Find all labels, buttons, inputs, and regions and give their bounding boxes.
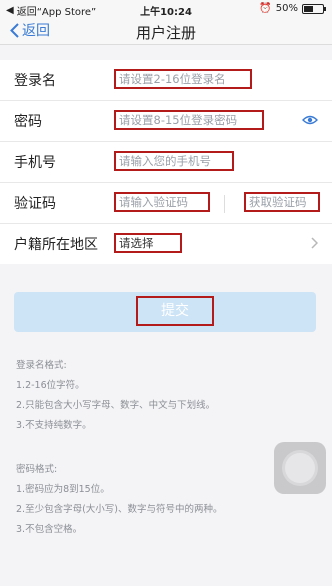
assistive-touch-dot	[285, 453, 315, 483]
battery-fill	[304, 5, 313, 12]
password-rule: 2.至少包含字母(大小写)、数字与符号中的两种。	[16, 504, 223, 515]
password-rule: 1.密码应为8到15位。	[16, 484, 110, 495]
battery-percent: 50%	[275, 3, 298, 14]
username-rule: 1.2-16位字符。	[16, 380, 85, 391]
page-title: 用户注册	[135, 24, 196, 42]
row-phone: 手机号 请输入您的手机号	[0, 142, 332, 183]
row-username: 登录名 请设置2-16位登录名	[0, 60, 332, 101]
nav-bar: 返回 用户注册	[0, 18, 332, 45]
get-code-button[interactable]: 获取验证码	[244, 192, 320, 212]
phone-label: 手机号	[14, 155, 56, 171]
registration-form: 登录名 请设置2-16位登录名 密码 请设置8-15位登录密码 手机号 请输入您…	[0, 60, 332, 264]
row-region[interactable]: 户籍所在地区 请选择	[0, 224, 332, 264]
assistive-touch-icon[interactable]	[274, 442, 326, 494]
password-label: 密码	[14, 114, 42, 130]
alarm-icon: ⏰	[259, 3, 272, 14]
password-input[interactable]: 请设置8-15位登录密码	[114, 110, 264, 130]
username-rules-title: 登录名格式:	[16, 360, 67, 371]
password-rule: 3.不包含空格。	[16, 524, 83, 535]
username-label: 登录名	[14, 73, 56, 89]
password-rules: 密码格式: 1.密码应为8到15位。 2.至少包含字母(大小写)、数字与符号中的…	[16, 460, 222, 540]
row-password: 密码 请设置8-15位登录密码	[0, 101, 332, 142]
code-label: 验证码	[14, 196, 56, 212]
code-input[interactable]: 请输入验证码	[114, 192, 210, 212]
username-rule: 3.不支持纯数字。	[16, 420, 92, 431]
password-rules-title: 密码格式:	[16, 464, 58, 475]
code-divider	[224, 195, 225, 213]
battery-icon	[302, 3, 326, 14]
status-bar: ◀ 返回“App Store” 上午10:24 ⏰ 50%	[0, 0, 332, 18]
username-rule: 2.只能包含大小写字母、数字、中文与下划线。	[16, 400, 216, 411]
region-label: 户籍所在地区	[14, 237, 98, 253]
submit-button[interactable]: 提交	[14, 292, 316, 332]
eye-icon[interactable]	[302, 114, 318, 126]
region-select[interactable]: 请选择	[114, 233, 182, 253]
phone-input[interactable]: 请输入您的手机号	[114, 151, 234, 171]
row-code: 验证码 请输入验证码 获取验证码	[0, 183, 332, 224]
chevron-right-icon	[311, 237, 318, 249]
status-right: ⏰ 50%	[259, 3, 326, 14]
username-rules: 登录名格式: 1.2-16位字符。 2.只能包含大小写字母、数字、中文与下划线。…	[16, 356, 215, 436]
submit-label: 提交	[136, 296, 214, 326]
username-input[interactable]: 请设置2-16位登录名	[114, 69, 252, 89]
